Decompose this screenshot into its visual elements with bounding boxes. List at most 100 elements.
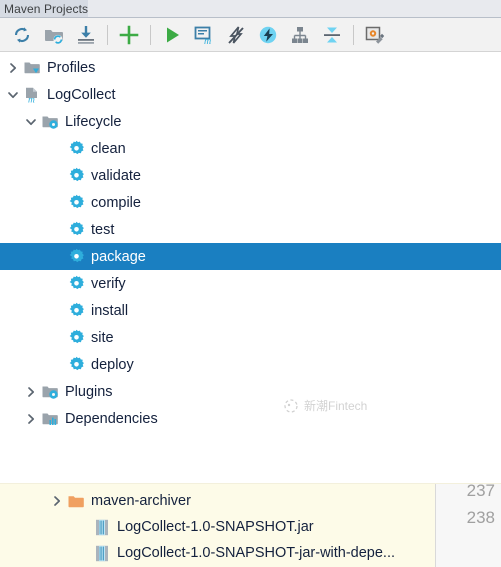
jar-archive-icon (92, 518, 112, 536)
svg-text:m: m (204, 36, 211, 46)
output-file-row[interactable]: LogCollect-1.0-SNAPSHOT-jar-with-depe... (0, 540, 501, 566)
chevron-right-icon[interactable] (22, 410, 40, 428)
execute-maven-goal-icon[interactable]: m (188, 21, 220, 49)
tree-row[interactable]: package (0, 243, 501, 270)
tree-row-label: package (91, 248, 146, 265)
tree-row-content: Profiles (0, 59, 95, 77)
tree-row-content: validate (0, 167, 141, 185)
tree-row[interactable]: deploy (0, 351, 501, 378)
tree-row[interactable]: m LogCollect (0, 81, 501, 108)
folder-icon (66, 492, 86, 510)
lifecycle-folder-icon (40, 113, 60, 131)
tree-row[interactable]: Lifecycle (0, 108, 501, 135)
titlebar-filler (88, 0, 501, 17)
reimport-all-maven-projects-icon[interactable] (6, 21, 38, 49)
tree-row-label: Plugins (65, 383, 113, 400)
tree-row-content: m LogCollect (0, 86, 116, 104)
chevron-down-icon[interactable] (4, 86, 22, 104)
output-file-label: LogCollect-1.0-SNAPSHOT-jar-with-depe... (117, 545, 396, 561)
chevron-down-icon[interactable] (22, 113, 40, 131)
toggle-skip-tests-mode-icon[interactable] (252, 21, 284, 49)
tree-row-label: compile (91, 194, 141, 211)
output-files-panel: 237 238 maven-archiver LogCollect-1.0-SNAP… (0, 483, 501, 567)
twisty-placeholder (48, 248, 66, 266)
output-file-label: LogCollect-1.0-SNAPSHOT.jar (117, 519, 314, 535)
tree-row-content: site (0, 329, 114, 347)
tree-row[interactable]: Profiles (0, 54, 501, 81)
add-maven-project-icon[interactable] (113, 21, 145, 49)
jar-archive-icon (92, 544, 112, 562)
output-files-list: maven-archiver LogCollect-1.0-SNAPSHOT.ja… (0, 484, 501, 566)
twisty-placeholder (48, 140, 66, 158)
tree-row-content: Plugins (0, 383, 113, 401)
profiles-folder-icon (22, 59, 42, 77)
tree-row[interactable]: test (0, 216, 501, 243)
tree-row-content: install (0, 302, 128, 320)
tree-row-label: Lifecycle (65, 113, 122, 130)
maven-goal-gear-icon (66, 275, 86, 293)
maven-goal-gear-icon (66, 248, 86, 266)
tree-row-label: LogCollect (47, 86, 116, 103)
maven-toolbar: m (0, 18, 501, 52)
chevron-right-icon[interactable] (48, 492, 66, 510)
show-dependency-hierarchy-icon[interactable] (284, 21, 316, 49)
tree-row-content: clean (0, 140, 126, 158)
editor-gutter: 237 238 (435, 484, 501, 567)
download-sources-and-documentation-icon[interactable] (70, 21, 102, 49)
twisty-placeholder (48, 302, 66, 320)
maven-goal-gear-icon (66, 194, 86, 212)
tree-row-label: validate (91, 167, 141, 184)
tree-row-label: Dependencies (65, 410, 158, 427)
dependencies-folder-icon (40, 410, 60, 428)
tree-row-content: verify (0, 275, 126, 293)
twisty-placeholder (48, 167, 66, 185)
twisty-placeholder (48, 329, 66, 347)
tree-row-label: site (91, 329, 114, 346)
maven-goal-gear-icon (66, 221, 86, 239)
tree-row-content: compile (0, 194, 141, 212)
tree-row[interactable]: Plugins (0, 378, 501, 405)
tree-row[interactable]: Dependencies (0, 405, 501, 432)
tree-row-label: install (91, 302, 129, 319)
twisty-placeholder (48, 221, 66, 239)
twisty-placeholder (74, 518, 92, 536)
tree-row[interactable]: clean (0, 135, 501, 162)
maven-settings-icon[interactable] (359, 21, 391, 49)
tree-row-content: test (0, 221, 114, 239)
maven-goal-gear-icon (66, 329, 86, 347)
panel-titlebar: Maven Projects (0, 0, 501, 18)
tree-row-content: deploy (0, 356, 134, 374)
run-maven-build-icon[interactable] (156, 21, 188, 49)
tree-row[interactable]: verify (0, 270, 501, 297)
tree-row[interactable]: validate (0, 162, 501, 189)
maven-goal-gear-icon (66, 356, 86, 374)
toolbar-separator (353, 24, 354, 45)
tree-row[interactable]: site (0, 324, 501, 351)
output-file-label: maven-archiver (91, 493, 191, 509)
maven-projects-window: Maven Projects m Profiles m LogCollect L… (0, 0, 501, 567)
tree-row-label: deploy (91, 356, 134, 373)
page-title: Maven Projects (4, 1, 89, 16)
toolbar-separator (150, 24, 151, 45)
tree-row[interactable]: compile (0, 189, 501, 216)
generate-sources-and-update-folders-icon[interactable] (38, 21, 70, 49)
tree-row[interactable]: install (0, 297, 501, 324)
chevron-right-icon[interactable] (22, 383, 40, 401)
tree-row-label: test (91, 221, 115, 238)
maven-goal-gear-icon (66, 167, 86, 185)
maven-goal-gear-icon (66, 140, 86, 158)
tree-row-content: package (0, 248, 146, 266)
twisty-placeholder (74, 544, 92, 562)
tree-row-label: verify (91, 275, 126, 292)
plugins-folder-icon (40, 383, 60, 401)
chevron-right-icon[interactable] (4, 59, 22, 77)
collapse-all-icon[interactable] (316, 21, 348, 49)
output-file-row[interactable]: LogCollect-1.0-SNAPSHOT.jar (0, 514, 501, 540)
twisty-placeholder (48, 194, 66, 212)
gutter-line-number: 237 (466, 484, 495, 500)
tree-row-label: clean (91, 140, 126, 157)
tree-row-label: Profiles (47, 59, 96, 76)
maven-projects-panel: Maven Projects m Profiles m LogCollect L… (0, 0, 501, 432)
toggle-offline-mode-icon[interactable] (220, 21, 252, 49)
output-file-row[interactable]: maven-archiver (0, 488, 501, 514)
